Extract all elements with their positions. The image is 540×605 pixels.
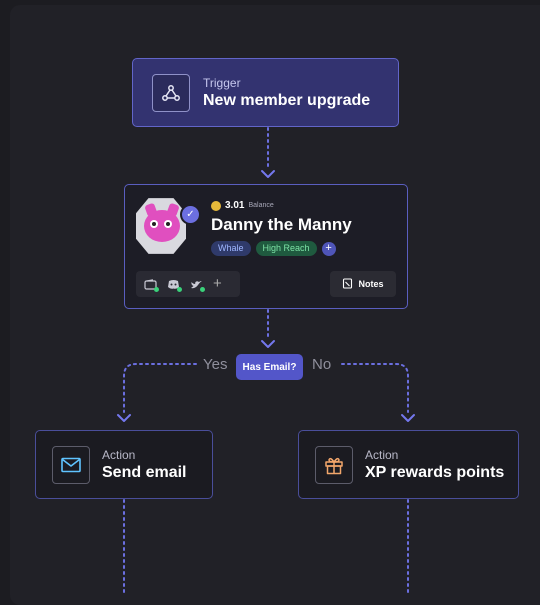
balance-value: 3.01: [225, 200, 245, 211]
action-node-xp-rewards[interactable]: Action XP rewards points: [298, 430, 519, 499]
gift-icon: [315, 446, 353, 484]
add-social-button[interactable]: +: [213, 276, 222, 291]
tag-list: Whale High Reach +: [211, 241, 336, 256]
tag-high-reach[interactable]: High Reach: [255, 241, 317, 256]
action-node-send-email[interactable]: Action Send email: [35, 430, 213, 499]
tag-whale[interactable]: Whale: [211, 241, 251, 256]
arrow-down-icon: [261, 340, 275, 348]
connector-yes-branch: [123, 363, 197, 413]
trigger-kicker: Trigger: [203, 76, 241, 90]
balance-label: Balance: [248, 202, 274, 209]
webhook-icon: [152, 74, 190, 112]
trigger-title: New member upgrade: [203, 92, 371, 109]
verified-badge-icon: ✓: [180, 204, 201, 225]
action-title: Send email: [102, 464, 187, 481]
action-title: XP rewards points: [365, 464, 505, 481]
balance: 3.01 Balance: [211, 200, 274, 211]
social-accounts: +: [136, 271, 240, 297]
yes-branch-label: Yes: [203, 356, 228, 373]
add-tag-button[interactable]: +: [321, 241, 336, 256]
action-kicker: Action: [102, 448, 136, 462]
avatar: [136, 198, 186, 254]
arrow-down-icon: [117, 414, 131, 422]
action-kicker: Action: [365, 448, 399, 462]
has-email-condition[interactable]: Has Email?: [236, 354, 303, 380]
wallet-icon[interactable]: [144, 278, 159, 292]
trigger-node[interactable]: Trigger New member upgrade: [132, 58, 399, 127]
mail-icon: [52, 446, 90, 484]
notes-icon: [342, 277, 353, 291]
notes-label: Notes: [358, 279, 384, 289]
connector-no-branch: [341, 363, 409, 413]
arrow-down-icon: [261, 170, 275, 178]
member-node[interactable]: ✓ 3.01 Balance Danny the Manny Whale Hig…: [124, 184, 408, 309]
arrow-down-icon: [401, 414, 415, 422]
coin-icon: [211, 200, 221, 211]
notes-button[interactable]: Notes: [330, 271, 396, 297]
no-branch-label: No: [312, 356, 332, 373]
twitter-icon[interactable]: [190, 279, 205, 292]
member-name: Danny the Manny: [211, 215, 352, 234]
discord-icon[interactable]: [167, 279, 182, 292]
